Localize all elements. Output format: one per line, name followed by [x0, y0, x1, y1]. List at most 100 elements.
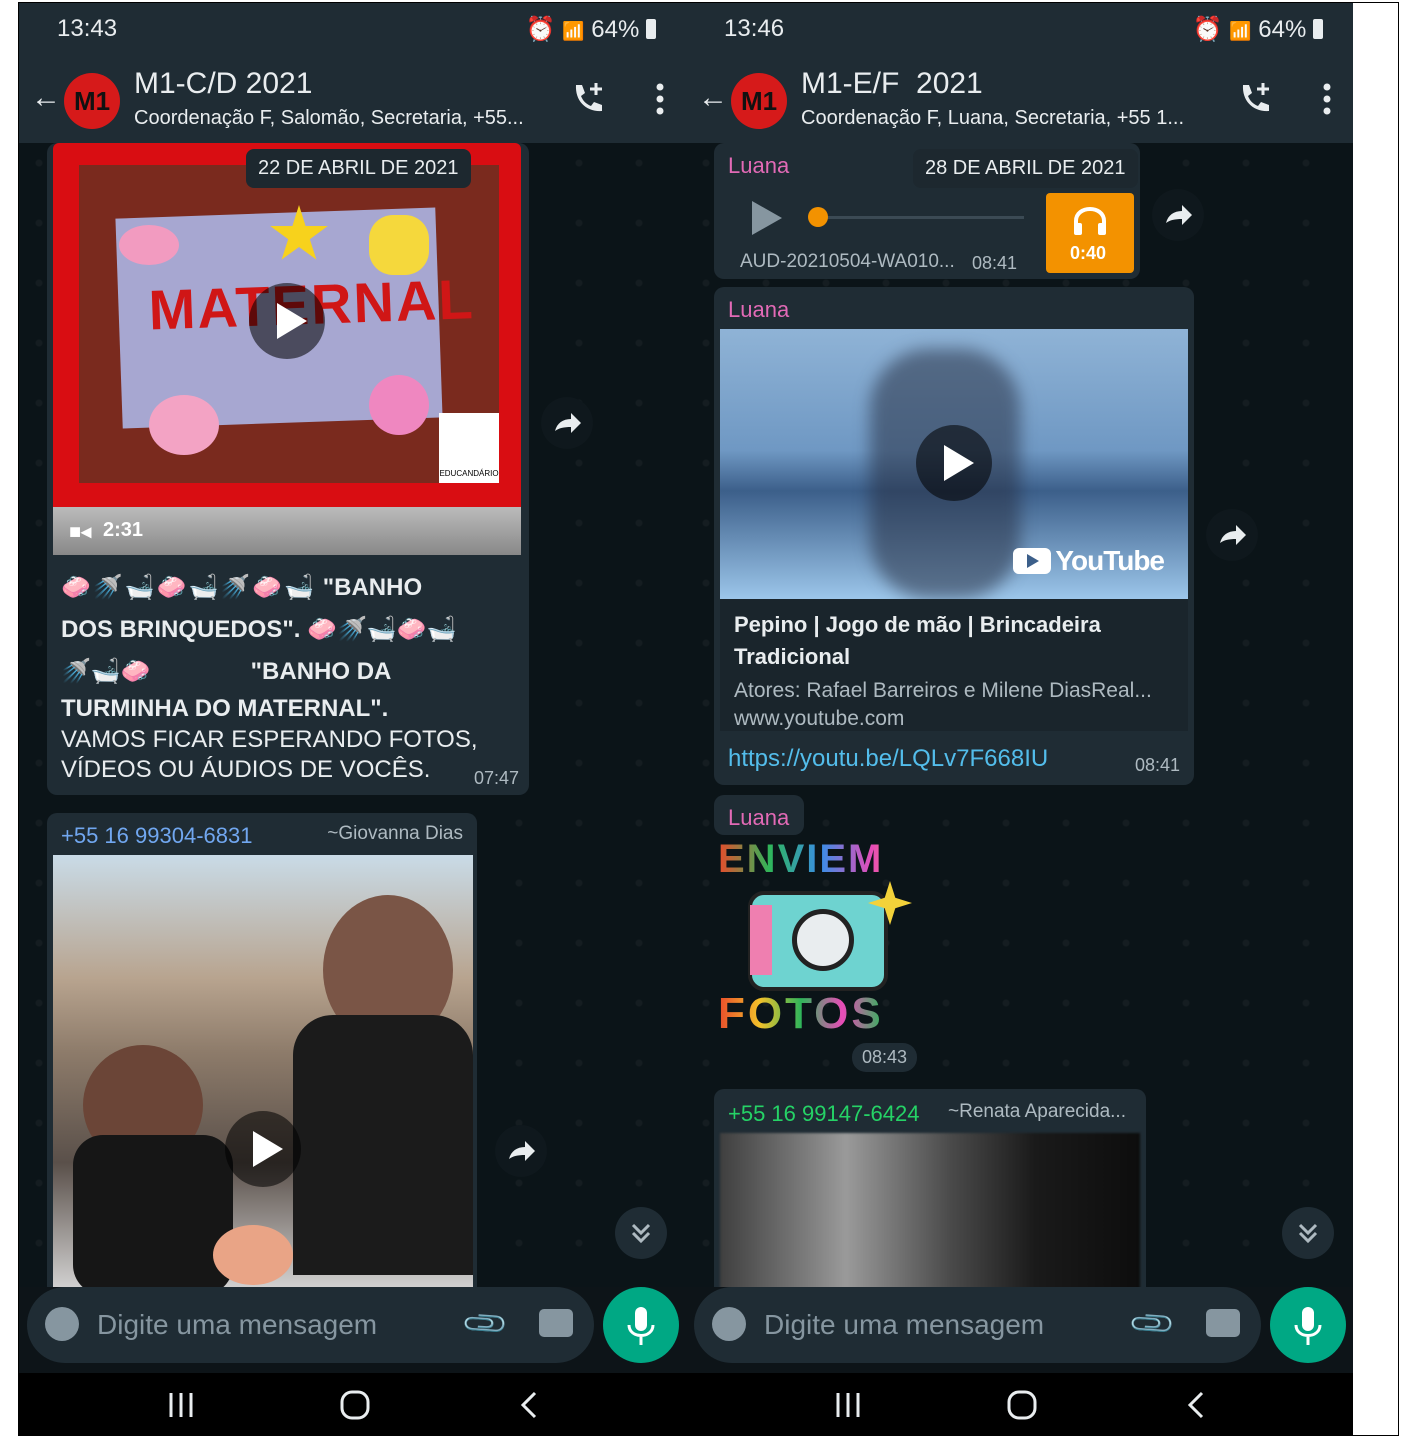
chat-area[interactable]: MATERNAL EDUCANDÁRIO ■◂ 2:31: [19, 143, 686, 1287]
image-thumbnail[interactable]: [720, 1133, 1140, 1287]
group-name[interactable]: M1-C/D 2021: [134, 67, 312, 101]
back-nav-icon[interactable]: [1186, 1391, 1206, 1419]
emoji-row: 🧼🚿🛁🧼🛁: [307, 616, 457, 643]
audio-progress-thumb[interactable]: [808, 207, 828, 227]
link-message-bubble[interactable]: Luana YouTube Pepino | Jogo de mão | Bri…: [714, 287, 1194, 785]
link-preview-info[interactable]: Pepino | Jogo de mão | Brincadeira Tradi…: [720, 599, 1188, 731]
caption-text: VAMOS FICAR ESPERANDO FOTOS,: [61, 726, 478, 753]
message-input-bar[interactable]: Digite uma mensagem 📎: [27, 1287, 594, 1363]
caption-text: "BANHO: [322, 574, 423, 601]
emoji-row: 🧼🚿🛁🧼🛁🚿🧼🛁: [61, 574, 317, 601]
play-button[interactable]: [249, 283, 325, 359]
camera-lens: [792, 909, 854, 971]
microphone-icon: [1294, 1307, 1322, 1345]
more-options-icon[interactable]: [656, 83, 664, 115]
flower-decoration: [369, 375, 429, 435]
camera-icon[interactable]: [1206, 1309, 1240, 1337]
message-caption: 🧼🚿🛁🧼🛁🚿🧼🛁 "BANHO DOS BRINQUEDOS". 🧼🚿🛁🧼🛁 🚿…: [61, 567, 521, 785]
attach-icon[interactable]: 📎: [460, 1299, 511, 1350]
message-bubble[interactable]: MATERNAL EDUCANDÁRIO ■◂ 2:31: [47, 143, 529, 795]
sender-name[interactable]: Luana: [728, 805, 789, 831]
alarm-icon: ⏰: [1192, 16, 1223, 43]
group-name[interactable]: M1-E/F 2021: [801, 67, 983, 101]
youtube-link[interactable]: https://youtu.be/LQLv7F668IU: [728, 745, 1048, 773]
recent-apps-icon[interactable]: [167, 1391, 195, 1419]
play-button[interactable]: [916, 425, 992, 501]
group-participants[interactable]: Coordenação F, Luana, Secretaria, +55 1.…: [801, 107, 1184, 130]
battery-text: 64%: [591, 16, 640, 43]
camera-strap: [750, 905, 772, 975]
play-icon: [277, 303, 307, 339]
more-options-icon[interactable]: [1323, 83, 1331, 115]
educandario-logo: EDUCANDÁRIO: [439, 413, 499, 483]
group-participants[interactable]: Coordenação F, Salomão, Secretaria, +55.…: [134, 107, 524, 130]
forward-icon: [509, 1141, 535, 1161]
youtube-wordmark: YouTube: [1055, 545, 1165, 576]
forward-button[interactable]: [495, 1125, 547, 1177]
link-title: Pepino | Jogo de mão | Brincadeira Tradi…: [734, 609, 1101, 673]
add-call-icon[interactable]: [568, 79, 608, 119]
voice-record-button[interactable]: [603, 1287, 679, 1363]
sender-name[interactable]: Luana: [728, 297, 789, 323]
video-thumbnail[interactable]: [53, 855, 473, 1287]
emoji-icon[interactable]: [712, 1307, 746, 1341]
home-icon[interactable]: [1006, 1389, 1038, 1421]
sender-phone[interactable]: +55 16 99304-6831: [61, 823, 252, 849]
flower-decoration: [149, 395, 219, 455]
group-avatar[interactable]: M1: [731, 73, 787, 129]
double-chevron-down-icon: [1298, 1223, 1318, 1244]
play-icon: [253, 1131, 283, 1167]
camera-icon[interactable]: [539, 1309, 573, 1337]
back-nav-icon[interactable]: [519, 1391, 539, 1419]
message-time: 08:43: [862, 1047, 908, 1067]
back-arrow-icon[interactable]: ←: [31, 81, 61, 115]
butterfly-decoration: [369, 215, 429, 275]
chat-area[interactable]: Luana AUD-20210504-WA010... 08:41 0:40 2…: [686, 143, 1353, 1287]
message-bubble[interactable]: +55 16 99147-6424 ~Renata Aparecida...: [714, 1089, 1146, 1287]
video-thumbnail[interactable]: MATERNAL EDUCANDÁRIO: [53, 143, 521, 555]
home-icon[interactable]: [339, 1389, 371, 1421]
forward-button[interactable]: [541, 397, 593, 449]
caption-line: 🧼🚿🛁🧼🛁🚿🧼🛁 "BANHO: [61, 567, 521, 609]
chat-header: ← M1 M1-E/F 2021 Coordenação F, Luana, S…: [686, 53, 1353, 143]
group-avatar[interactable]: M1: [64, 73, 120, 129]
link-preview-thumbnail[interactable]: YouTube: [720, 329, 1188, 599]
message-input[interactable]: Digite uma mensagem: [97, 1309, 377, 1341]
emoji-row: 🚿🛁🧼: [61, 658, 151, 685]
headphones-icon: [1074, 207, 1106, 235]
system-nav-bar: [686, 1373, 1353, 1435]
emoji-icon[interactable]: [45, 1307, 79, 1341]
wifi-icon: 📶: [562, 21, 585, 41]
logo-text: EDUCANDÁRIO: [439, 469, 499, 478]
sender-phone[interactable]: +55 16 99147-6424: [728, 1101, 919, 1127]
voice-record-button[interactable]: [1270, 1287, 1346, 1363]
status-bar: 13:43 ⏰ 📶 64%: [19, 3, 686, 53]
play-button[interactable]: [225, 1111, 301, 1187]
doll-figure: [213, 1225, 293, 1285]
audio-progress-track[interactable]: [810, 216, 1024, 219]
attach-icon[interactable]: 📎: [1127, 1299, 1178, 1350]
scroll-down-button[interactable]: [615, 1207, 667, 1259]
link-description: Atores: Rafael Barreiros e Milene DiasRe…: [734, 679, 1152, 702]
audio-avatar: 0:40: [1046, 193, 1134, 273]
camera-sticker-icon: [748, 891, 888, 991]
message-input[interactable]: Digite uma mensagem: [764, 1309, 1044, 1341]
forward-button[interactable]: [1206, 509, 1258, 561]
recent-apps-icon[interactable]: [834, 1391, 862, 1419]
sender-name: ~Giovanna Dias: [327, 823, 463, 844]
back-arrow-icon[interactable]: ←: [698, 81, 728, 115]
status-icons: ⏰ 📶 64%: [526, 15, 656, 44]
sticker[interactable]: ENVIEM FOTOS: [718, 837, 924, 1047]
link-title-line: Tradicional: [734, 644, 851, 669]
scroll-down-button[interactable]: [1282, 1207, 1334, 1259]
message-input-bar[interactable]: Digite uma mensagem 📎: [694, 1287, 1261, 1363]
sender-name[interactable]: Luana: [728, 153, 789, 179]
add-call-icon[interactable]: [1235, 79, 1275, 119]
message-time: 07:47: [473, 768, 519, 788]
microphone-icon: [627, 1307, 655, 1345]
double-chevron-down-icon: [631, 1223, 651, 1244]
right-phone-screen: 13:46 ⏰ 📶 64% ← M1 M1-E/F 2021 Coordenaç…: [686, 3, 1353, 1435]
forward-button[interactable]: [1152, 189, 1204, 241]
audio-play-icon[interactable]: [750, 199, 784, 237]
message-bubble[interactable]: +55 16 99304-6831 ~Giovanna Dias: [47, 813, 477, 1287]
